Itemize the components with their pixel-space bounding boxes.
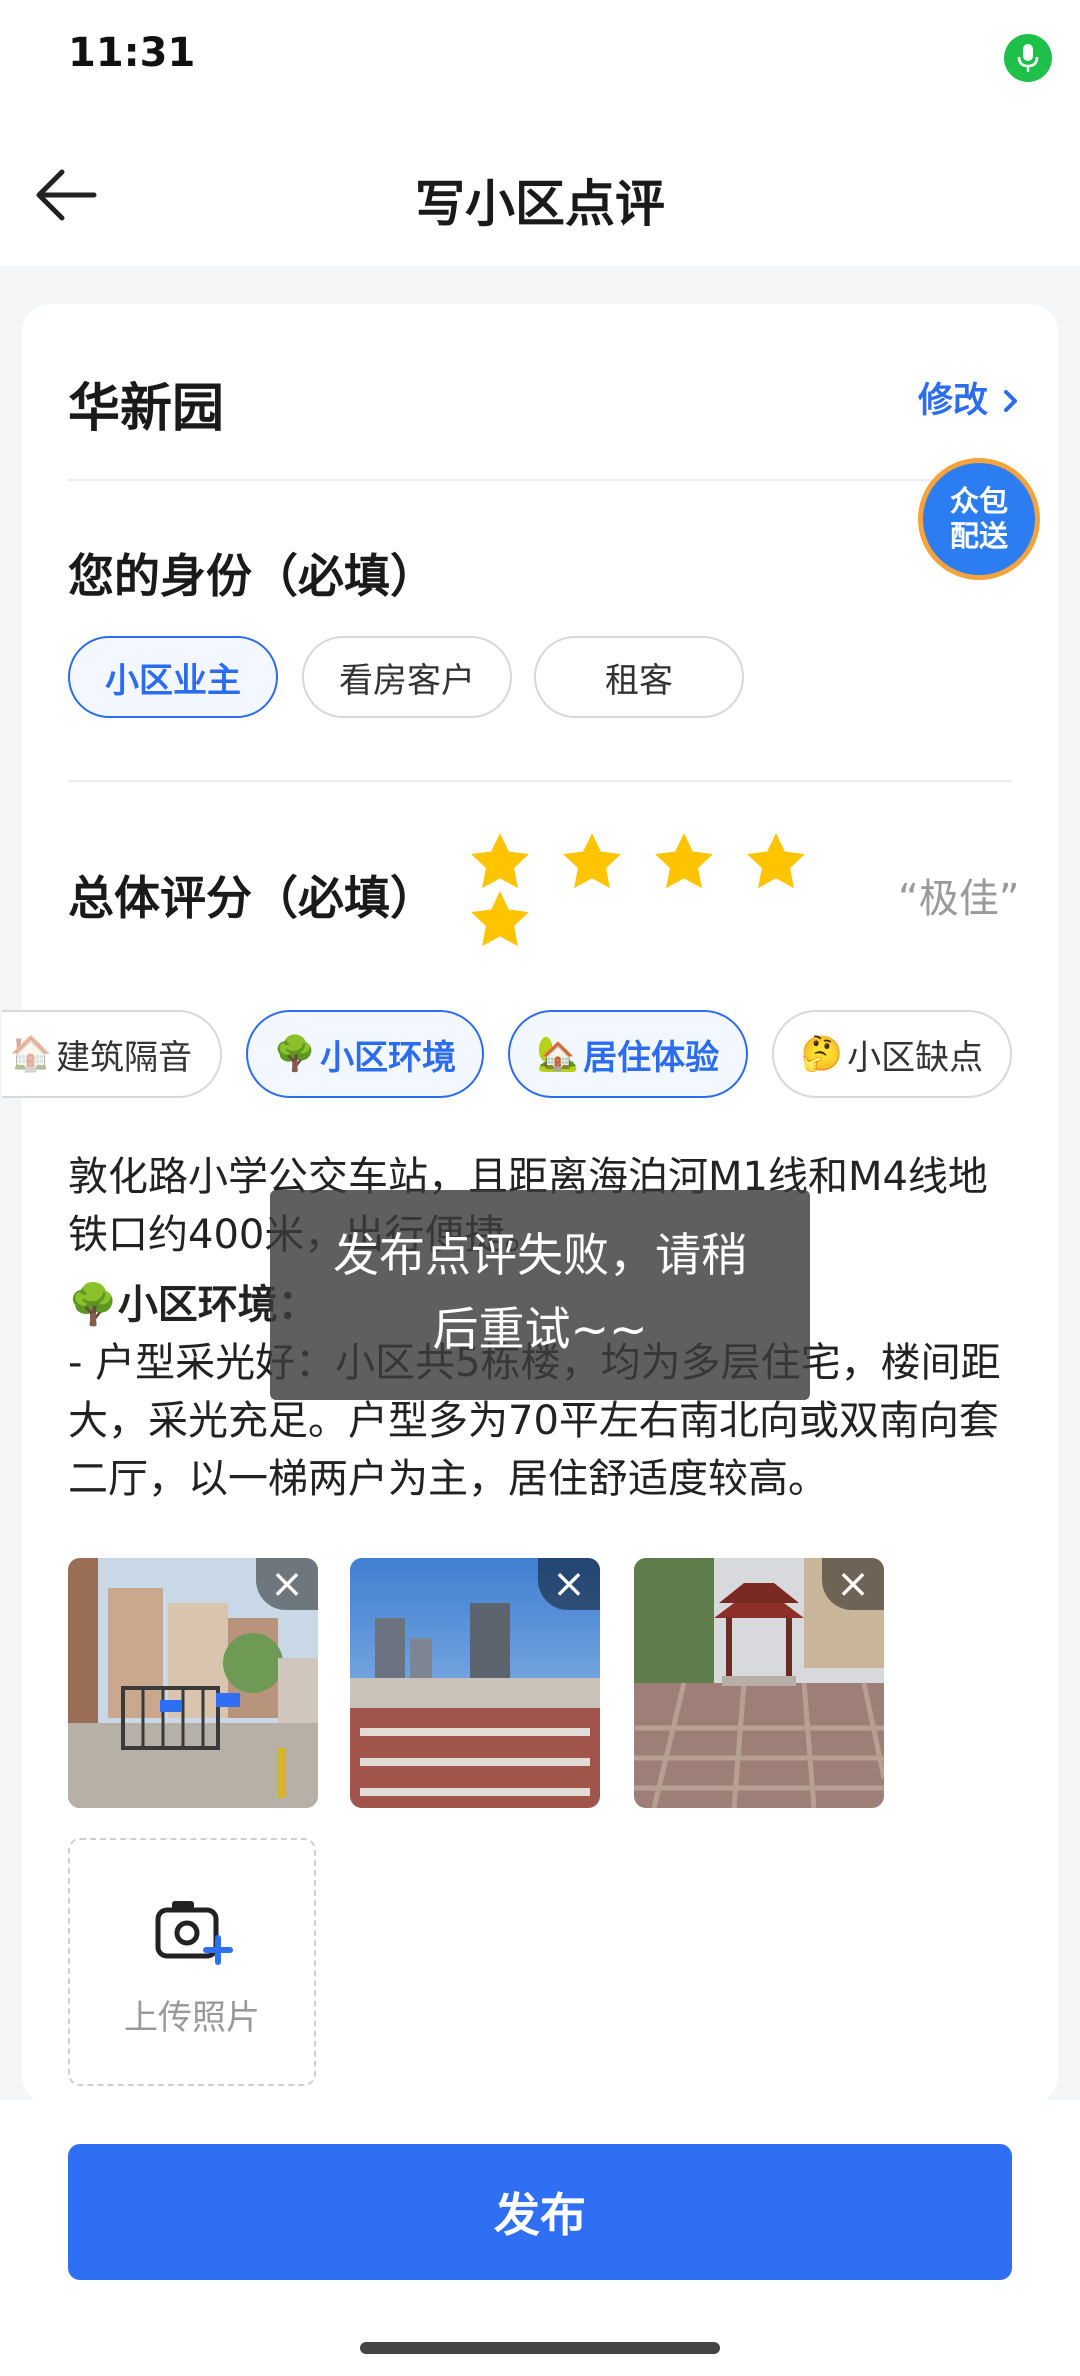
identity-option-label: 看房客户 [339,660,475,701]
tag-label: 居住体验 [583,1037,720,1078]
toast-line-2: 后重试~~ [432,1302,648,1356]
identity-section-title: 您的身份（必填） [68,549,436,603]
tree-emoji-icon: 🌳 [68,1282,118,1328]
microphone-indicator-icon [1004,34,1052,82]
status-bar: 11:31 [0,0,1080,120]
rating-section-title: 总体评分（必填） [68,871,436,925]
uploaded-photo-2[interactable]: × [350,1558,600,1808]
divider [68,780,1012,782]
rating-label: “极佳” [898,876,1020,922]
house-emoji-icon: 🏠 [9,1034,52,1074]
tag-building-soundproof[interactable]: 🏠 建筑隔音 [2,1010,222,1098]
home-indicator[interactable] [360,2342,720,2354]
status-time: 11:31 [68,30,196,76]
close-icon: × [552,1561,586,1607]
tag-label: 建筑隔音 [56,1037,192,1078]
tag-community-drawbacks[interactable]: 🤔 小区缺点 [772,1010,1012,1098]
publish-button[interactable]: 发布 [68,2144,1012,2280]
tag-label: 小区环境 [320,1037,457,1078]
home-garden-emoji-icon: 🏡 [536,1034,580,1074]
tree-emoji-icon: 🌳 [273,1034,317,1074]
star-icon[interactable] [742,828,810,896]
nav-bar: 写小区点评 [0,120,1080,266]
uploaded-photo-1[interactable]: × [68,1558,318,1808]
identity-option-tenant[interactable]: 租客 [534,636,744,718]
remove-photo-button[interactable]: × [822,1558,884,1610]
toast-line-1: 发布点评失败，请稍 [333,1228,747,1282]
identity-option-owner[interactable]: 小区业主 [68,636,278,718]
star-icon[interactable] [466,886,534,954]
upload-photo-label: 上传照片 [124,1998,260,2038]
error-toast: 发布点评失败，请稍 后重试~~ [270,1190,810,1400]
tag-label: 小区缺点 [847,1037,984,1078]
remove-photo-button[interactable]: × [256,1558,318,1610]
thinking-emoji-icon: 🤔 [800,1034,844,1074]
uploaded-photo-3[interactable]: × [634,1558,884,1808]
identity-option-label: 租客 [605,660,673,701]
upload-photo-button[interactable]: 上传照片 [68,1838,316,2086]
chevron-right-icon [1004,390,1018,412]
badge-line-2: 配送 [949,519,1008,553]
tag-community-environment[interactable]: 🌳 小区环境 [246,1010,484,1098]
badge-line-1: 众包 [949,484,1008,518]
page-title: 写小区点评 [415,175,665,233]
camera-add-icon [155,1901,233,1965]
star-icon[interactable] [650,828,718,896]
community-name: 华新园 [68,379,225,439]
remove-photo-button[interactable]: × [538,1558,600,1610]
publish-button-label: 发布 [494,2188,586,2242]
tag-living-experience[interactable]: 🏡 居住体验 [508,1010,748,1098]
edit-community-label: 修改 [918,381,989,421]
divider [68,479,1012,481]
crowdsource-delivery-badge[interactable]: 众包 配送 [918,458,1040,580]
edit-community-link[interactable]: 修改 [918,372,1022,423]
star-icon[interactable] [558,828,626,896]
close-icon: × [836,1561,870,1607]
identity-option-viewer[interactable]: 看房客户 [302,636,512,718]
identity-option-label: 小区业主 [105,660,241,701]
close-icon: × [270,1561,304,1607]
